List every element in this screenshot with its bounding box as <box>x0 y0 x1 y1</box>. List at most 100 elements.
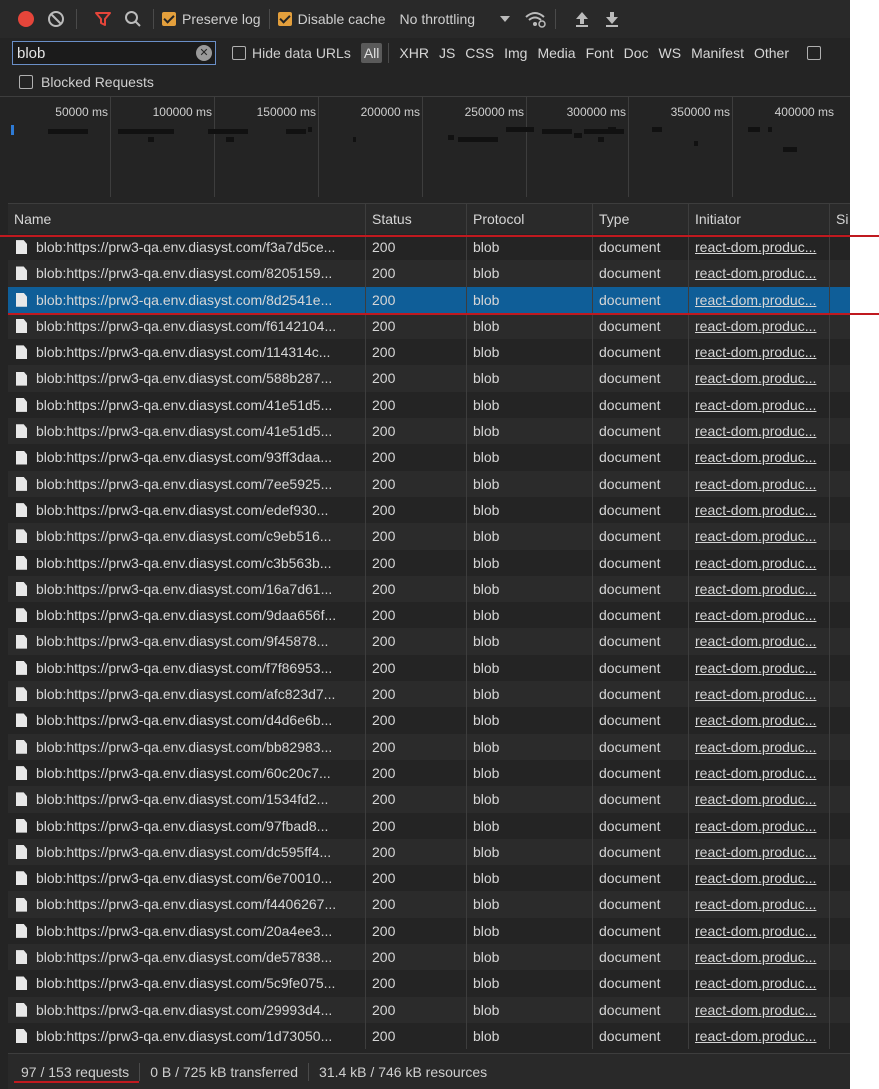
type-filter-other[interactable]: Other <box>754 45 789 61</box>
request-initiator-link[interactable]: react-dom.produc... <box>689 786 830 813</box>
table-row[interactable]: blob:https://prw3-qa.env.diasyst.com/299… <box>8 996 850 1023</box>
column-size[interactable]: Si <box>830 204 850 234</box>
table-row[interactable]: blob:https://prw3-qa.env.diasyst.com/c3b… <box>8 549 850 576</box>
request-name-cell[interactable]: blob:https://prw3-qa.env.diasyst.com/c3b… <box>8 549 366 576</box>
request-name-cell[interactable]: blob:https://prw3-qa.env.diasyst.com/f61… <box>8 312 366 340</box>
table-row[interactable]: blob:https://prw3-qa.env.diasyst.com/f44… <box>8 891 850 918</box>
request-initiator-link[interactable]: react-dom.produc... <box>689 444 830 471</box>
request-name-cell[interactable]: blob:https://prw3-qa.env.diasyst.com/820… <box>8 260 366 287</box>
type-filter-js[interactable]: JS <box>439 45 455 61</box>
clear-icon[interactable] <box>44 7 68 31</box>
request-initiator-link[interactable]: react-dom.produc... <box>689 891 830 918</box>
request-initiator-link[interactable]: react-dom.produc... <box>689 602 830 629</box>
type-filter-xhr[interactable]: XHR <box>399 45 429 61</box>
table-row[interactable]: blob:https://prw3-qa.env.diasyst.com/d4d… <box>8 707 850 734</box>
table-row[interactable]: blob:https://prw3-qa.env.diasyst.com/8d2… <box>8 286 850 313</box>
request-initiator-link[interactable]: react-dom.produc... <box>689 365 830 392</box>
clear-filter-icon[interactable]: ✕ <box>196 45 212 61</box>
filter-input[interactable]: blob ✕ <box>12 41 216 65</box>
table-row[interactable]: blob:https://prw3-qa.env.diasyst.com/16a… <box>8 575 850 603</box>
request-initiator-link[interactable]: react-dom.produc... <box>689 260 830 287</box>
download-icon[interactable] <box>600 7 624 31</box>
table-row[interactable]: blob:https://prw3-qa.env.diasyst.com/41e… <box>8 418 850 445</box>
throttling-select[interactable]: No throttling <box>400 11 475 27</box>
table-row[interactable]: blob:https://prw3-qa.env.diasyst.com/dc5… <box>8 838 850 866</box>
request-name-cell[interactable]: blob:https://prw3-qa.env.diasyst.com/588… <box>8 365 366 392</box>
record-icon[interactable] <box>14 7 38 31</box>
request-initiator-link[interactable]: react-dom.produc... <box>689 681 830 708</box>
request-initiator-link[interactable]: react-dom.produc... <box>689 470 830 497</box>
request-name-cell[interactable]: blob:https://prw3-qa.env.diasyst.com/7ee… <box>8 470 366 497</box>
request-name-cell[interactable]: blob:https://prw3-qa.env.diasyst.com/97f… <box>8 812 366 839</box>
request-initiator-link[interactable]: react-dom.produc... <box>689 286 830 313</box>
type-filter-doc[interactable]: Doc <box>624 45 649 61</box>
request-name-cell[interactable]: blob:https://prw3-qa.env.diasyst.com/dc5… <box>8 838 366 866</box>
request-name-cell[interactable]: blob:https://prw3-qa.env.diasyst.com/6e7… <box>8 865 366 892</box>
request-initiator-link[interactable]: react-dom.produc... <box>689 917 830 945</box>
request-name-cell[interactable]: blob:https://prw3-qa.env.diasyst.com/41e… <box>8 391 366 419</box>
table-row[interactable]: blob:https://prw3-qa.env.diasyst.com/6e7… <box>8 865 850 892</box>
request-initiator-link[interactable]: react-dom.produc... <box>689 339 830 366</box>
column-protocol[interactable]: Protocol <box>467 204 593 234</box>
request-name-cell[interactable]: blob:https://prw3-qa.env.diasyst.com/93f… <box>8 444 366 471</box>
table-row[interactable]: blob:https://prw3-qa.env.diasyst.com/820… <box>8 260 850 287</box>
hide-data-urls-checkbox[interactable] <box>232 46 246 60</box>
table-row[interactable]: blob:https://prw3-qa.env.diasyst.com/f7f… <box>8 654 850 682</box>
request-initiator-link[interactable]: react-dom.produc... <box>689 549 830 576</box>
request-initiator-link[interactable]: react-dom.produc... <box>689 523 830 550</box>
request-name-cell[interactable]: blob:https://prw3-qa.env.diasyst.com/16a… <box>8 575 366 603</box>
request-name-cell[interactable]: blob:https://prw3-qa.env.diasyst.com/60c… <box>8 759 366 787</box>
table-row[interactable]: blob:https://prw3-qa.env.diasyst.com/9da… <box>8 602 850 629</box>
type-filter-manifest[interactable]: Manifest <box>691 45 744 61</box>
table-row[interactable]: blob:https://prw3-qa.env.diasyst.com/114… <box>8 339 850 366</box>
type-filter-all[interactable]: All <box>360 43 383 63</box>
timeline-overview[interactable]: 50000 ms 100000 ms 150000 ms 200000 ms 25000… <box>8 97 850 197</box>
request-name-cell[interactable]: blob:https://prw3-qa.env.diasyst.com/5c9… <box>8 970 366 997</box>
network-conditions-icon[interactable] <box>523 7 547 31</box>
request-name-cell[interactable]: blob:https://prw3-qa.env.diasyst.com/41e… <box>8 418 366 445</box>
extra-filter-checkbox[interactable] <box>807 46 821 60</box>
request-initiator-link[interactable]: react-dom.produc... <box>689 707 830 734</box>
disable-cache-checkbox[interactable] <box>277 12 292 26</box>
column-initiator[interactable]: Initiator <box>689 204 830 234</box>
type-filter-img[interactable]: Img <box>504 45 527 61</box>
table-row[interactable]: blob:https://prw3-qa.env.diasyst.com/153… <box>8 786 850 813</box>
request-initiator-link[interactable]: react-dom.produc... <box>689 391 830 419</box>
request-name-cell[interactable]: blob:https://prw3-qa.env.diasyst.com/afc… <box>8 681 366 708</box>
request-name-cell[interactable]: blob:https://prw3-qa.env.diasyst.com/c9e… <box>8 523 366 550</box>
request-name-cell[interactable]: blob:https://prw3-qa.env.diasyst.com/f3a… <box>8 234 366 261</box>
preserve-log-checkbox[interactable] <box>162 12 176 26</box>
filter-icon[interactable] <box>91 7 115 31</box>
request-name-cell[interactable]: blob:https://prw3-qa.env.diasyst.com/299… <box>8 996 366 1023</box>
request-initiator-link[interactable]: react-dom.produc... <box>689 996 830 1023</box>
table-row[interactable]: blob:https://prw3-qa.env.diasyst.com/f3a… <box>8 234 850 261</box>
request-initiator-link[interactable]: react-dom.produc... <box>689 865 830 892</box>
upload-icon[interactable] <box>570 7 594 31</box>
table-row[interactable]: blob:https://prw3-qa.env.diasyst.com/ede… <box>8 496 850 524</box>
request-initiator-link[interactable]: react-dom.produc... <box>689 575 830 603</box>
table-row[interactable]: blob:https://prw3-qa.env.diasyst.com/5c9… <box>8 970 850 997</box>
request-name-cell[interactable]: blob:https://prw3-qa.env.diasyst.com/f44… <box>8 891 366 918</box>
request-name-cell[interactable]: blob:https://prw3-qa.env.diasyst.com/153… <box>8 786 366 813</box>
table-row[interactable]: blob:https://prw3-qa.env.diasyst.com/20a… <box>8 917 850 945</box>
request-initiator-link[interactable]: react-dom.produc... <box>689 759 830 787</box>
request-name-cell[interactable]: blob:https://prw3-qa.env.diasyst.com/de5… <box>8 944 366 971</box>
blocked-requests-checkbox[interactable] <box>19 75 33 89</box>
request-name-cell[interactable]: blob:https://prw3-qa.env.diasyst.com/20a… <box>8 917 366 945</box>
table-row[interactable]: blob:https://prw3-qa.env.diasyst.com/1d7… <box>8 1022 850 1050</box>
type-filter-ws[interactable]: WS <box>659 45 682 61</box>
request-name-cell[interactable]: blob:https://prw3-qa.env.diasyst.com/ede… <box>8 496 366 524</box>
table-row[interactable]: blob:https://prw3-qa.env.diasyst.com/afc… <box>8 681 850 708</box>
table-row[interactable]: blob:https://prw3-qa.env.diasyst.com/41e… <box>8 391 850 419</box>
request-name-cell[interactable]: blob:https://prw3-qa.env.diasyst.com/bb8… <box>8 733 366 760</box>
request-initiator-link[interactable]: react-dom.produc... <box>689 628 830 655</box>
table-row[interactable]: blob:https://prw3-qa.env.diasyst.com/60c… <box>8 759 850 787</box>
chevron-down-icon[interactable] <box>493 7 517 31</box>
request-initiator-link[interactable]: react-dom.produc... <box>689 944 830 971</box>
table-row[interactable]: blob:https://prw3-qa.env.diasyst.com/f61… <box>8 312 850 340</box>
type-filter-css[interactable]: CSS <box>465 45 494 61</box>
request-name-cell[interactable]: blob:https://prw3-qa.env.diasyst.com/d4d… <box>8 707 366 734</box>
search-icon[interactable] <box>121 7 145 31</box>
request-initiator-link[interactable]: react-dom.produc... <box>689 654 830 682</box>
request-name-cell[interactable]: blob:https://prw3-qa.env.diasyst.com/8d2… <box>8 286 366 313</box>
